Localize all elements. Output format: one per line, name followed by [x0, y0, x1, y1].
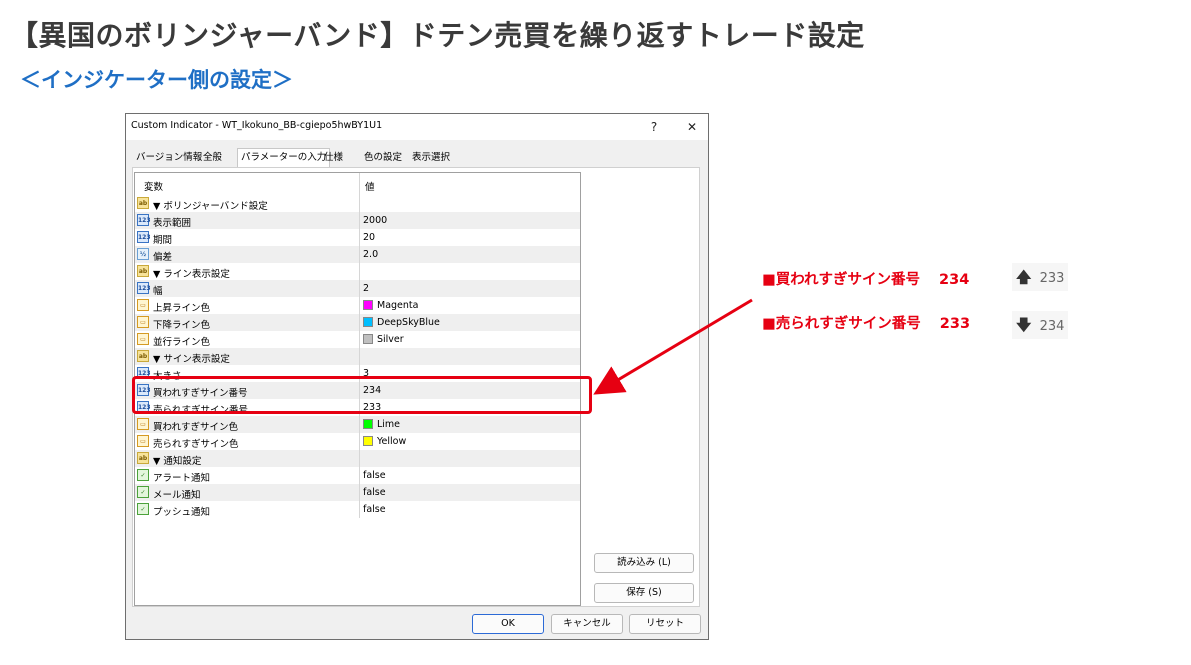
sell-sign-label: ■売られすぎサイン番号 — [762, 316, 921, 332]
buy-sign-number: 234 — [939, 272, 970, 288]
buy-sign-preview-value: 233 — [1039, 271, 1065, 286]
sell-sign-annotation: ■売られすぎサイン番号 233 — [762, 312, 970, 333]
sell-sign-preview-value: 234 — [1039, 319, 1065, 334]
buy-sign-annotation: ■買われすぎサイン番号 234 — [762, 268, 969, 289]
sell-sign-number: 233 — [939, 316, 971, 332]
sell-sign-preview: 🡇 234 — [1012, 311, 1069, 339]
buy-sign-preview: 🡅 233 — [1012, 263, 1069, 291]
buy-sign-label: ■買われすぎサイン番号 — [762, 272, 920, 288]
arrow-down-icon: 🡇 — [1016, 316, 1032, 334]
arrow-up-icon: 🡅 — [1016, 268, 1032, 286]
